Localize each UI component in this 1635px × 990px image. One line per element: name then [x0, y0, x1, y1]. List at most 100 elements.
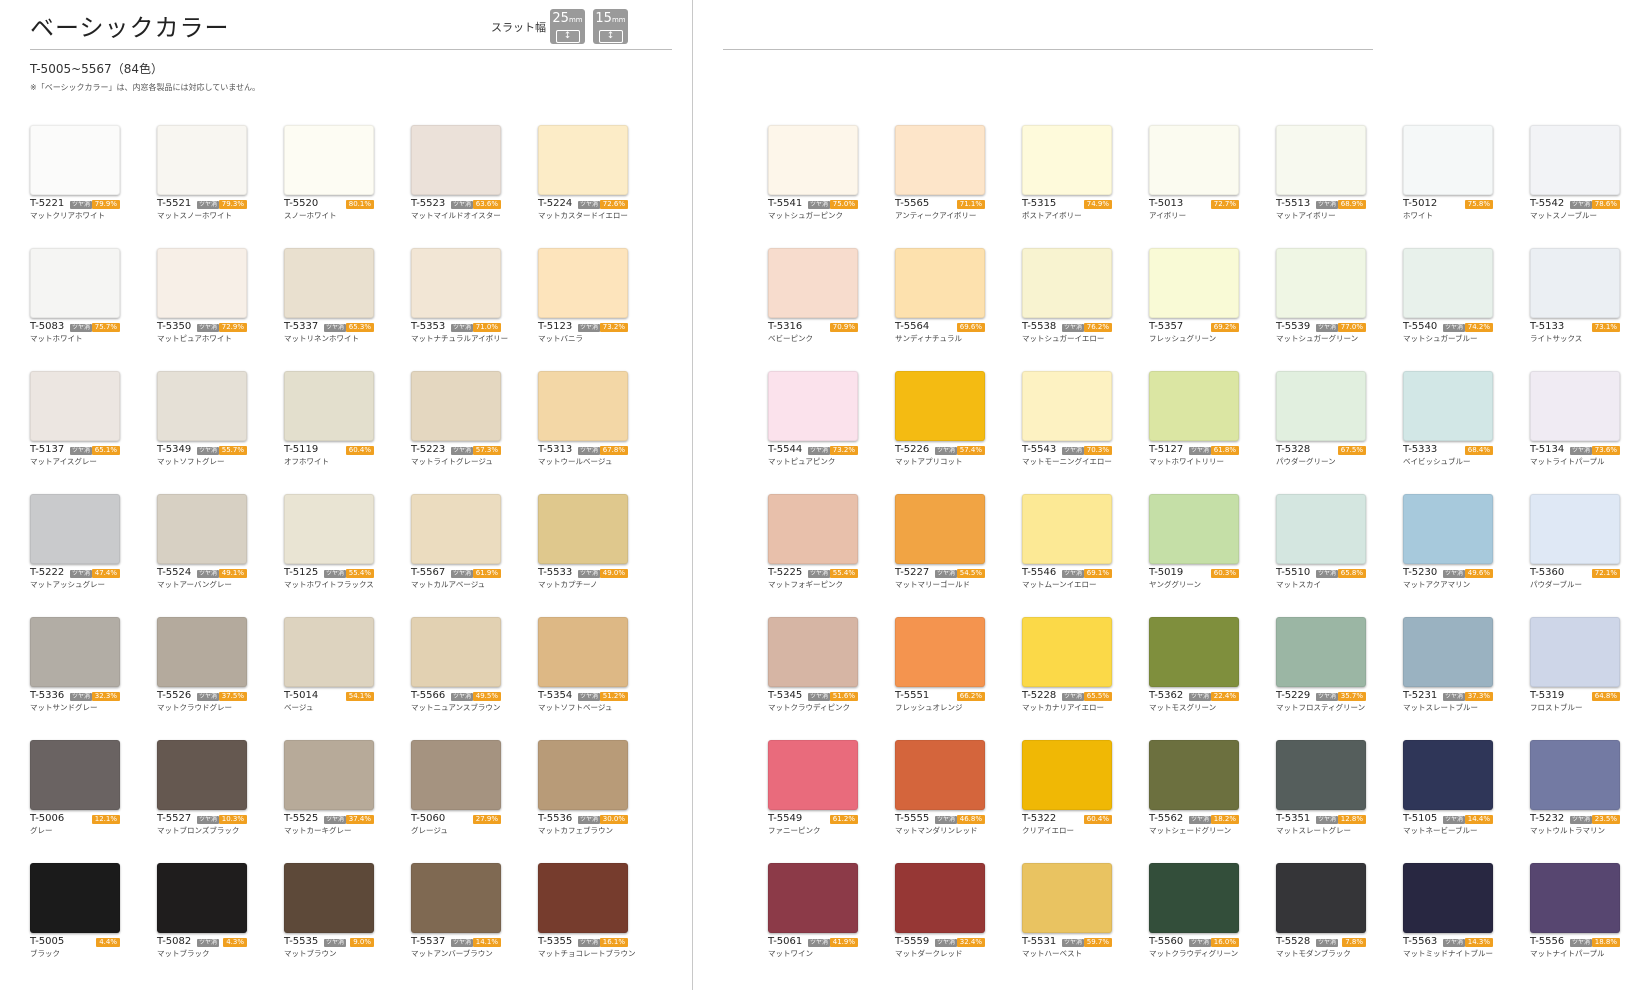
swatch-meta: T-5083 ツヤ消 75.7% — [30, 321, 120, 334]
color-swatch: T-5125 ツヤ消 55.4% マットホワイトフラックス — [284, 494, 374, 589]
color-swatch: T-5225 ツヤ消 55.4% マットフォギーピンク — [768, 494, 858, 589]
swatch-meta: T-5231 ツヤ消 37.3% — [1403, 690, 1493, 703]
color-chip — [1022, 371, 1112, 441]
swatch-meta: T-5225 ツヤ消 55.4% — [768, 567, 858, 580]
swatch-meta: T-5555 ツヤ消 46.8% — [895, 813, 985, 826]
color-name: マットチョコレートブラウン — [538, 949, 636, 958]
color-code: T-5229 — [1276, 690, 1311, 701]
matte-tag: ツヤ消 — [578, 324, 601, 332]
swatch-meta: T-5082 ツヤ消 4.3% — [157, 936, 247, 949]
color-name: マットミッドナイトブルー — [1403, 949, 1493, 958]
color-chip — [1149, 863, 1239, 933]
color-chip — [1022, 863, 1112, 933]
swatch-meta: T-5345 ツヤ消 51.6% — [768, 690, 858, 703]
color-swatch: T-5520ツヤ消80.1%スノーホワイト — [284, 125, 374, 220]
swatch-meta: T-5134 ツヤ消 73.6% — [1530, 444, 1620, 457]
reflectance-badge: 27.9% — [472, 815, 501, 824]
matte-tag: ツヤ消 — [1316, 693, 1339, 701]
color-swatch: T-5351 ツヤ消 12.8% マットスレートグレー — [1276, 740, 1366, 835]
color-chip — [284, 740, 374, 810]
color-swatch: T-5082 ツヤ消 4.3% マットブラック — [157, 863, 247, 958]
swatch-meta: T-5513 ツヤ消 68.9% — [1276, 198, 1366, 211]
swatch-meta: T-5541 ツヤ消 75.0% — [768, 198, 858, 211]
color-name: マットマリーゴールド — [895, 580, 970, 589]
matte-tag: ツヤ消 — [324, 324, 347, 332]
color-name: クリアイエロー — [1022, 826, 1075, 835]
footnote: ※「ベーシックカラー」は、内窓各製品には対応していません。 — [30, 83, 261, 92]
color-name: フレッシュグリーン — [1149, 334, 1217, 343]
color-code: T-5005 — [30, 936, 65, 947]
color-name: マットモーニングイエロー — [1022, 457, 1112, 466]
color-name: マットアッシュグレー — [30, 580, 105, 589]
matte-tag: ツヤ消 — [1443, 816, 1466, 824]
reflectance-badge: 69.6% — [956, 323, 985, 332]
color-name: マットシェードグリーン — [1149, 826, 1232, 835]
color-swatch: T-5134 ツヤ消 73.6% マットライトパープル — [1530, 371, 1620, 466]
matte-tag: ツヤ消 — [324, 816, 347, 824]
matte-tag: ツヤ消 — [1189, 693, 1212, 701]
reflectance-badge: 16.0% — [1210, 938, 1239, 947]
color-code: T-5537 — [411, 936, 446, 947]
matte-tag: ツヤ消 — [197, 324, 220, 332]
color-name: マットフロスティグリーン — [1276, 703, 1366, 712]
color-name: マットクラウディピンク — [768, 703, 850, 712]
matte-tag: ツヤ消 — [1443, 939, 1466, 947]
matte-tag: ツヤ消 — [70, 201, 93, 209]
color-swatch: T-5354 ツヤ消 51.2% マットソフトベージュ — [538, 617, 628, 712]
color-swatch: T-5546 ツヤ消 69.1% マットムーンイエロー — [1022, 494, 1112, 589]
reflectance-badge: 73.6% — [1591, 446, 1620, 455]
reflectance-badge: 57.3% — [472, 446, 501, 455]
color-swatch: T-5006ツヤ消12.1%グレー — [30, 740, 120, 835]
reflectance-badge: 4.3% — [223, 938, 247, 947]
color-code: T-5551 — [895, 690, 930, 701]
color-name: マットスレートブルー — [1403, 703, 1478, 712]
color-name: マットリネンホワイト — [284, 334, 359, 343]
color-code: T-5528 — [1276, 936, 1311, 947]
page-title: ベーシックカラー — [30, 14, 230, 42]
color-code: T-5513 — [1276, 198, 1311, 209]
color-name: マットアイボリー — [1276, 211, 1336, 220]
color-code: T-5354 — [538, 690, 573, 701]
matte-tag: ツヤ消 — [1443, 693, 1466, 701]
reflectance-badge: 64.8% — [1591, 692, 1620, 701]
color-name: マットソフトグレー — [157, 457, 225, 466]
reflectance-badge: 68.9% — [1337, 200, 1366, 209]
reflectance-badge: 75.0% — [829, 200, 858, 209]
color-swatch: T-5565ツヤ消71.1%アンティークアイボリー — [895, 125, 985, 220]
reflectance-badge: 60.4% — [345, 446, 374, 455]
color-chip — [1276, 248, 1366, 318]
color-name: フレッシュオレンジ — [895, 703, 963, 712]
reflectance-badge: 51.6% — [829, 692, 858, 701]
reflectance-badge: 68.4% — [1464, 446, 1493, 455]
color-name: マットソフトベージュ — [538, 703, 613, 712]
color-name: マットブロンズブラック — [157, 826, 240, 835]
color-code: T-5546 — [1022, 567, 1057, 578]
matte-tag: ツヤ消 — [578, 939, 601, 947]
slat-15-number: 15 — [595, 11, 612, 26]
matte-tag: ツヤ消 — [1443, 324, 1466, 332]
matte-tag: ツヤ消 — [451, 201, 474, 209]
color-chip — [411, 125, 501, 195]
matte-tag: ツヤ消 — [197, 570, 220, 578]
color-name: マットカプチーノ — [538, 580, 598, 589]
reflectance-badge: 63.6% — [472, 200, 501, 209]
matte-tag: ツヤ消 — [1062, 939, 1085, 947]
color-swatch: T-5337 ツヤ消 65.3% マットリネンホワイト — [284, 248, 374, 343]
reflectance-badge: 73.2% — [829, 446, 858, 455]
slat-25-arrow-icon: ↕ — [555, 30, 580, 43]
color-name: ファニーピンク — [768, 826, 821, 835]
reflectance-badge: 78.6% — [1591, 200, 1620, 209]
swatch-meta: T-5222 ツヤ消 47.4% — [30, 567, 120, 580]
color-code: T-5006 — [30, 813, 65, 824]
reflectance-badge: 37.5% — [218, 692, 247, 701]
reflectance-badge: 32.3% — [91, 692, 120, 701]
color-chip — [1403, 248, 1493, 318]
color-chip — [768, 371, 858, 441]
reflectance-badge: 12.1% — [91, 815, 120, 824]
color-code: T-5012 — [1403, 198, 1438, 209]
matte-tag: ツヤ消 — [808, 693, 831, 701]
color-code: T-5227 — [895, 567, 930, 578]
color-chip — [157, 740, 247, 810]
color-swatch: T-5019ツヤ消60.3%ヤンググリーン — [1149, 494, 1239, 589]
color-code: T-5565 — [895, 198, 930, 209]
